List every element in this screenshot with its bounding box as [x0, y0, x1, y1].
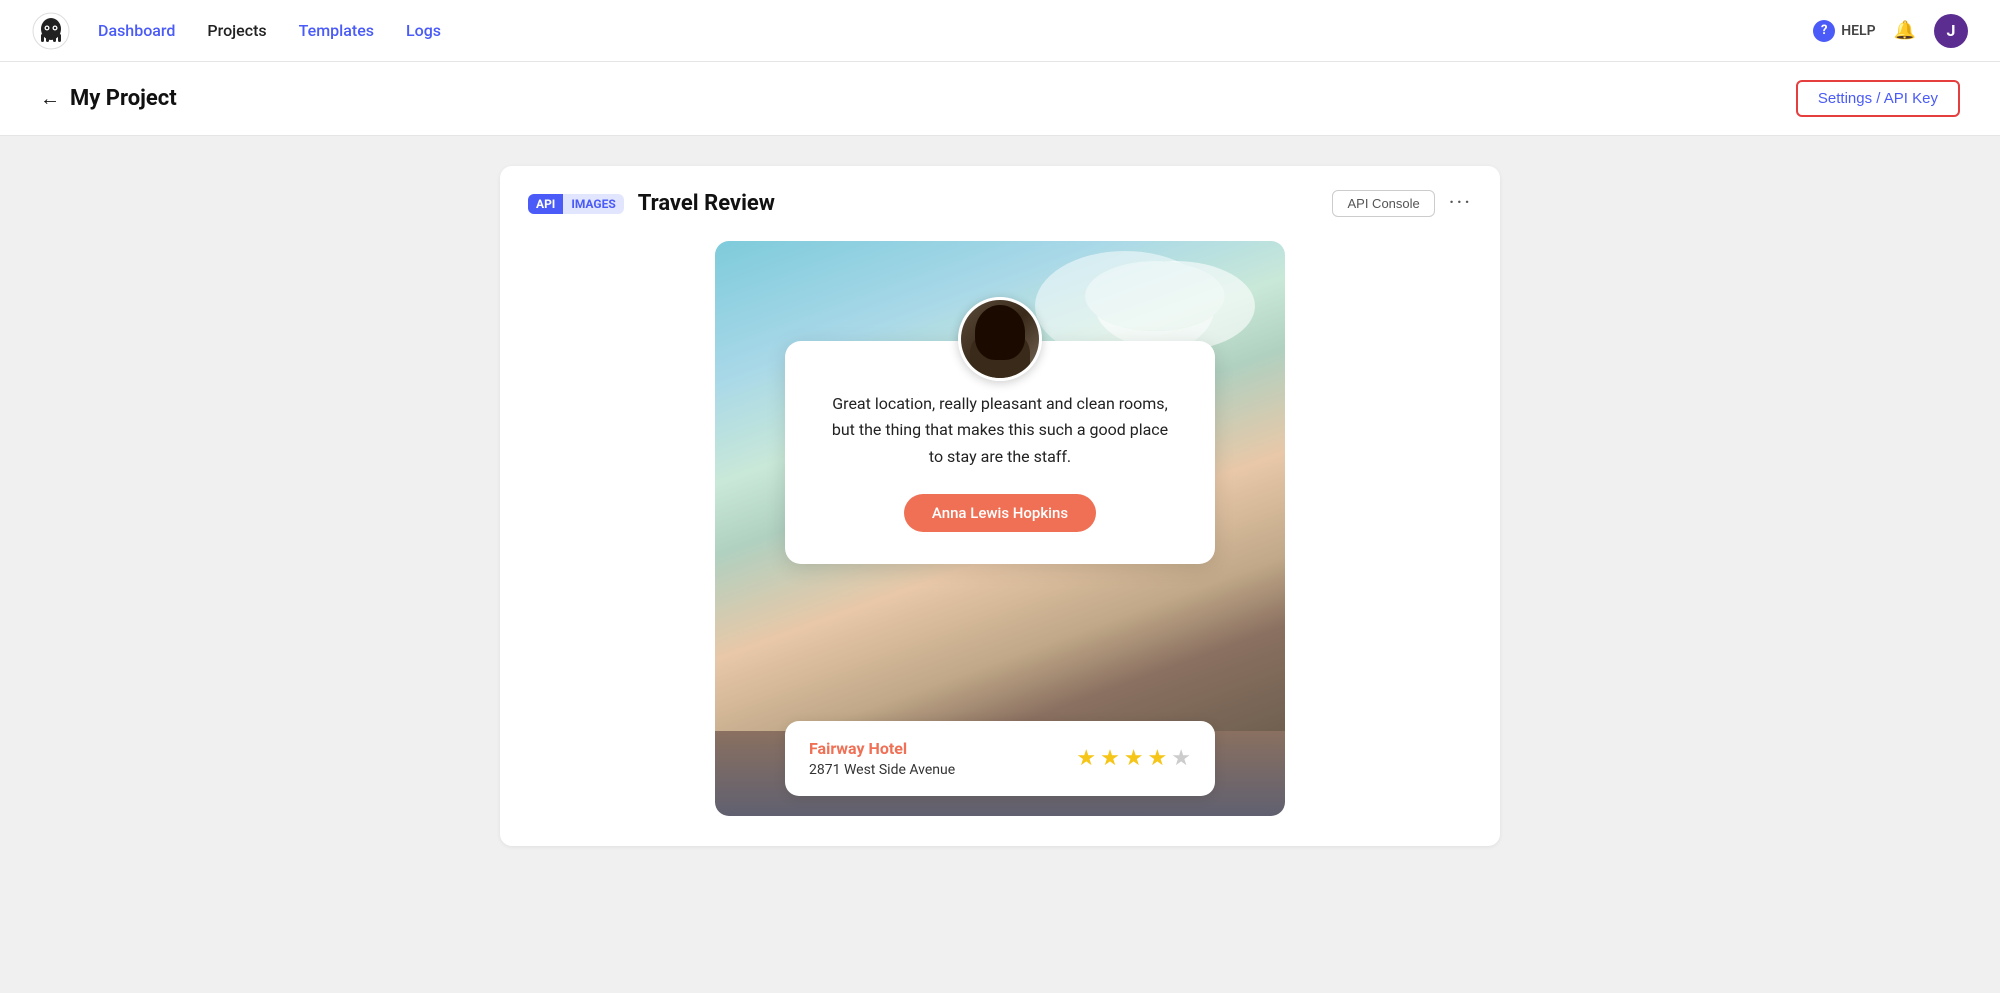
help-label: HELP	[1841, 23, 1875, 39]
badge-images: IMAGES	[563, 194, 623, 214]
avatar-hair	[975, 305, 1025, 360]
nav-projects[interactable]: Projects	[207, 21, 266, 40]
navbar-right: ? HELP 🔔 J	[1813, 14, 1968, 48]
nav-logs[interactable]: Logs	[406, 21, 441, 40]
review-text: Great location, really pleasant and clea…	[825, 391, 1175, 470]
star-3: ★	[1124, 746, 1144, 771]
review-card: Great location, really pleasant and clea…	[785, 341, 1215, 564]
badge-group: API IMAGES	[528, 194, 624, 214]
app-logo	[32, 12, 70, 50]
hotel-name: Fairway Hotel	[809, 739, 955, 758]
card-header-left: API IMAGES Travel Review	[528, 191, 775, 216]
more-menu-icon[interactable]: ···	[1449, 191, 1472, 216]
travel-card-wrapper: Great location, really pleasant and clea…	[715, 241, 1285, 816]
project-card: API IMAGES Travel Review API Console ···	[500, 166, 1500, 846]
nav-links: Dashboard Projects Templates Logs	[98, 21, 1813, 40]
help-button[interactable]: ? HELP	[1813, 20, 1875, 42]
nav-dashboard[interactable]: Dashboard	[98, 21, 175, 40]
page-title: My Project	[70, 86, 177, 111]
star-1: ★	[1076, 746, 1096, 771]
hotel-card: Fairway Hotel 2871 West Side Avenue ★ ★ …	[785, 721, 1215, 796]
settings-api-key-button[interactable]: Settings / API Key	[1796, 80, 1960, 117]
hotel-address: 2871 West Side Avenue	[809, 762, 955, 778]
star-2: ★	[1100, 746, 1120, 771]
page-header: ← My Project Settings / API Key	[0, 62, 2000, 136]
api-console-button[interactable]: API Console	[1332, 190, 1434, 217]
help-icon: ?	[1813, 20, 1835, 42]
preview-area: Great location, really pleasant and clea…	[528, 241, 1472, 816]
badge-api: API	[528, 194, 563, 214]
reviewer-name: Anna Lewis Hopkins	[904, 494, 1096, 532]
back-arrow[interactable]: ←	[40, 86, 60, 111]
star-5: ★	[1171, 746, 1191, 771]
bell-icon[interactable]: 🔔	[1894, 20, 1916, 41]
star-4: ★	[1148, 746, 1168, 771]
card-header: API IMAGES Travel Review API Console ···	[528, 190, 1472, 217]
travel-background: Great location, really pleasant and clea…	[715, 241, 1285, 731]
back-title: ← My Project	[40, 86, 177, 111]
main-content: API IMAGES Travel Review API Console ···	[0, 136, 2000, 993]
navbar: Dashboard Projects Templates Logs ? HELP…	[0, 0, 2000, 62]
star-rating: ★ ★ ★ ★ ★	[1076, 746, 1191, 771]
card-title: Travel Review	[638, 191, 775, 216]
card-header-right: API Console ···	[1332, 190, 1472, 217]
nav-templates[interactable]: Templates	[299, 21, 374, 40]
reviewer-avatar	[958, 297, 1042, 381]
hotel-info: Fairway Hotel 2871 West Side Avenue	[809, 739, 955, 778]
user-avatar[interactable]: J	[1934, 14, 1968, 48]
